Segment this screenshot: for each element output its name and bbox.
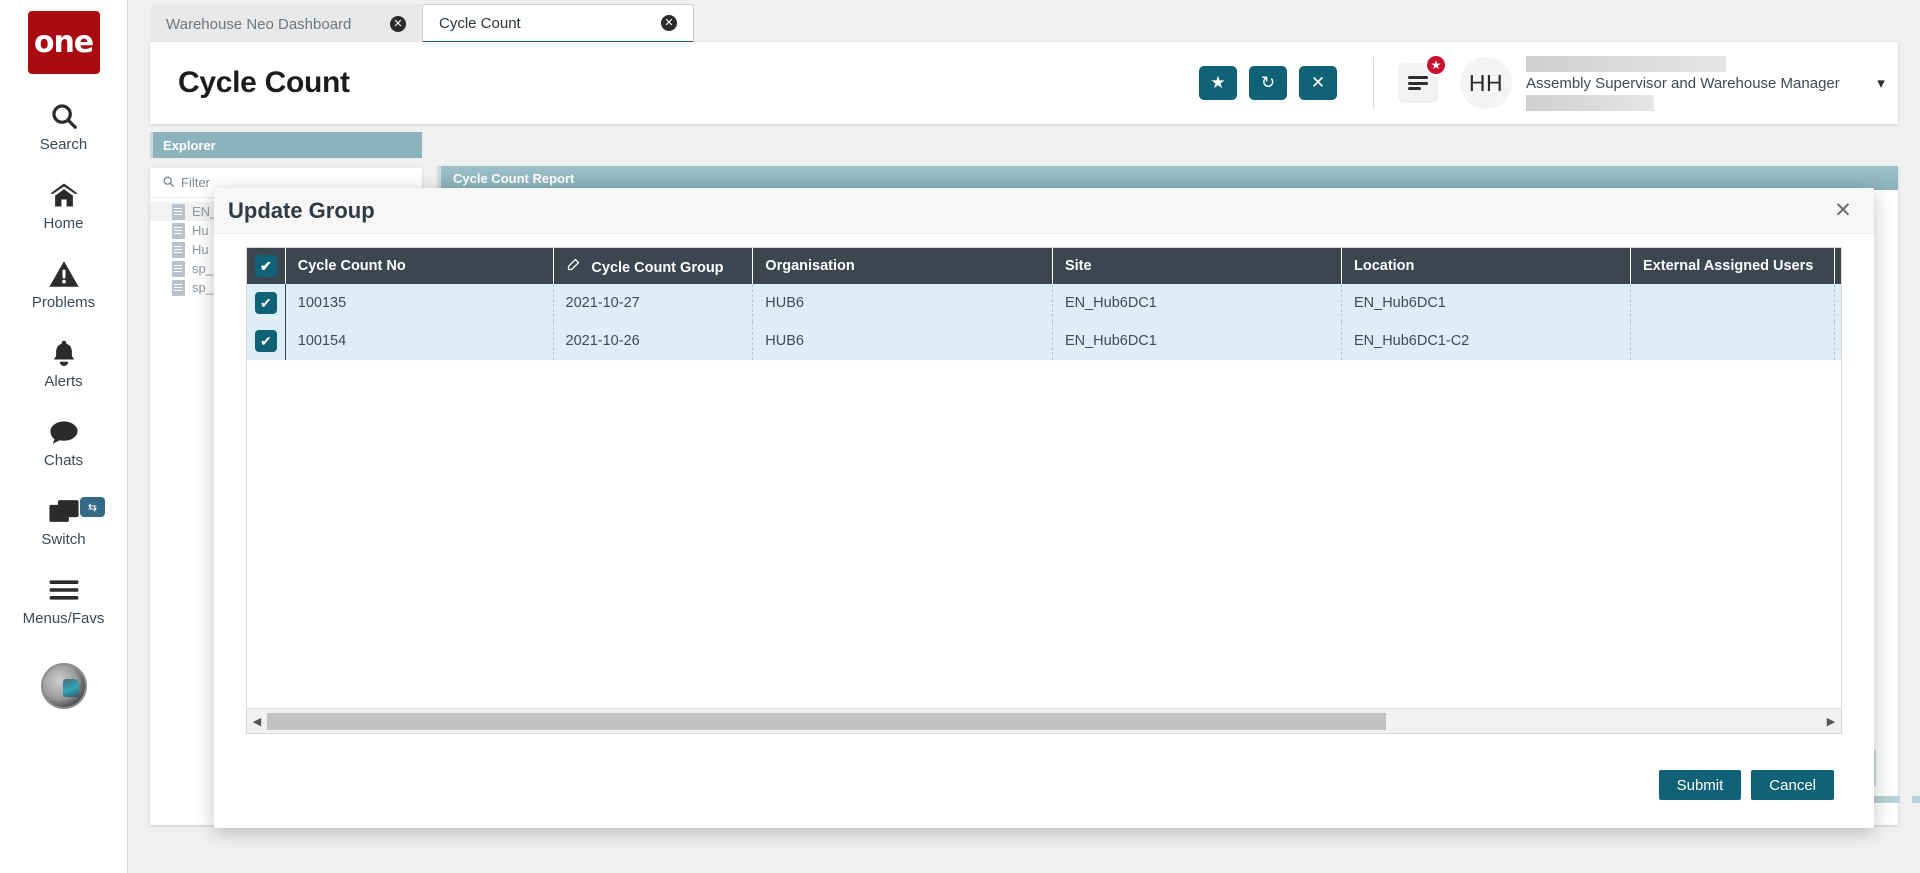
close-icon[interactable]: ✕ [1830, 198, 1856, 224]
submit-button[interactable]: Submit [1659, 770, 1742, 800]
column-header-organisation[interactable]: Organisation [753, 248, 1053, 284]
cell-site[interactable]: EN_Hub6DC1 [1052, 284, 1341, 322]
column-header-label: Site [1065, 258, 1092, 274]
row-select-cell[interactable]: ✔ [247, 322, 285, 360]
cancel-button[interactable]: Cancel [1751, 770, 1834, 800]
table-row[interactable]: ✔ 100154 2021-10-26 HUB6 EN_Hub6DC1 EN_H… [247, 322, 1841, 360]
modal-footer: Submit Cancel [214, 742, 1874, 828]
cell-location[interactable]: EN_Hub6DC1-C2 [1341, 322, 1630, 360]
cell-cycle-count-group[interactable]: 2021-10-27 [553, 284, 753, 322]
checkbox-checked-icon[interactable]: ✔ [255, 292, 277, 314]
scroll-right-arrow-icon[interactable]: ▶ [1821, 715, 1841, 728]
column-header-label: Cycle Count No [298, 258, 406, 274]
cell-cycle-count-no[interactable]: 100154 [285, 322, 553, 360]
column-header-location[interactable]: Location [1341, 248, 1630, 284]
cell-location[interactable]: EN_Hub6DC1 [1341, 284, 1630, 322]
cell-external-assigned-users [1631, 284, 1835, 322]
cell-state: Draft [1835, 284, 1841, 322]
cell-state: Draft [1835, 322, 1841, 360]
column-header-site[interactable]: Site [1052, 248, 1341, 284]
modal-overlay: Update Group ✕ ✔ [0, 0, 1920, 873]
grid-scroll-area: ✔ Cycle Count No [247, 248, 1841, 707]
column-header-external-assigned-users[interactable]: External Assigned Users [1631, 248, 1835, 284]
table-header-row: ✔ Cycle Count No [247, 248, 1841, 284]
column-header-state[interactable]: State [1835, 248, 1841, 284]
edit-pencil-icon [566, 259, 585, 275]
checkbox-checked-icon[interactable]: ✔ [255, 330, 277, 352]
scrollbar-thumb[interactable] [267, 713, 1386, 730]
column-header-cycle-count-no[interactable]: Cycle Count No [285, 248, 553, 284]
table-row[interactable]: ✔ 100135 2021-10-27 HUB6 EN_Hub6DC1 EN_H… [247, 284, 1841, 322]
row-select-cell[interactable]: ✔ [247, 284, 285, 322]
cell-organisation[interactable]: HUB6 [753, 322, 1053, 360]
cell-organisation[interactable]: HUB6 [753, 284, 1053, 322]
column-header-label: Cycle Count Group [591, 260, 723, 276]
cell-site[interactable]: EN_Hub6DC1 [1052, 322, 1341, 360]
cell-cycle-count-group[interactable]: 2021-10-26 [553, 322, 753, 360]
column-header-cycle-count-group[interactable]: Cycle Count Group [553, 248, 753, 284]
column-header-label: External Assigned Users [1643, 258, 1813, 274]
column-header-label: Location [1354, 258, 1414, 274]
scroll-left-arrow-icon[interactable]: ◀ [247, 715, 267, 728]
cell-cycle-count-no[interactable]: 100135 [285, 284, 553, 322]
select-all-header[interactable]: ✔ [247, 248, 285, 284]
update-group-grid: ✔ Cycle Count No [246, 247, 1842, 734]
modal-titlebar: Update Group ✕ [214, 188, 1874, 234]
grid-horizontal-scrollbar[interactable]: ◀ ▶ [247, 708, 1841, 733]
scrollbar-track[interactable] [267, 713, 1821, 730]
cell-external-assigned-users [1631, 322, 1835, 360]
update-group-modal: Update Group ✕ ✔ [214, 188, 1874, 828]
modal-title: Update Group [228, 198, 375, 224]
checkbox-checked-icon[interactable]: ✔ [255, 255, 277, 277]
update-group-table: ✔ Cycle Count No [247, 248, 1841, 360]
column-header-label: Organisation [765, 258, 854, 274]
